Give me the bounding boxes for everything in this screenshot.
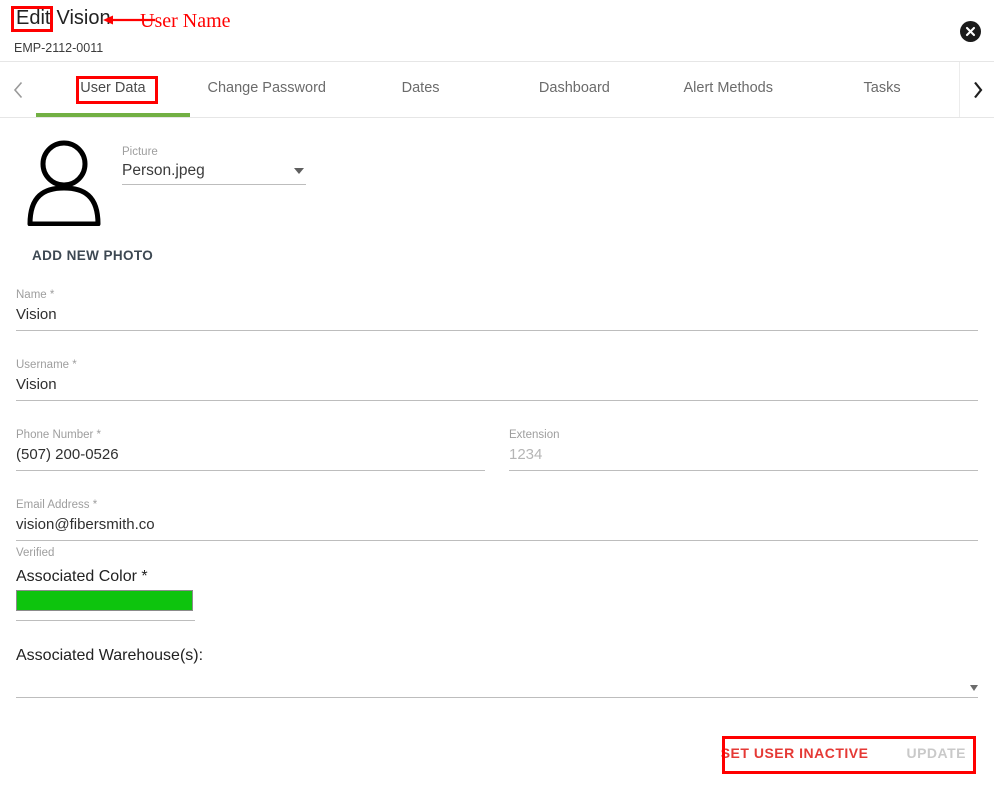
- associated-color-label: Associated Color *: [16, 568, 148, 585]
- chevron-right-icon[interactable]: [959, 62, 994, 117]
- color-swatch[interactable]: [16, 590, 193, 611]
- username-field[interactable]: Username * Vision: [16, 359, 978, 401]
- page-title-username: Vision: [56, 7, 111, 29]
- picture-select[interactable]: Picture Person.jpeg: [122, 146, 306, 185]
- person-avatar-icon: [24, 138, 104, 227]
- tab-change-password[interactable]: Change Password: [190, 62, 344, 117]
- set-user-inactive-button[interactable]: SET USER INACTIVE: [709, 736, 881, 770]
- tab-label: Dates: [401, 79, 440, 96]
- user-data-form: Picture Person.jpeg ADD NEW PHOTO Name *…: [0, 118, 994, 698]
- phone-label: Phone Number *: [16, 429, 102, 441]
- tab-tasks[interactable]: Tasks: [805, 62, 959, 117]
- dialog-header: Edit Vision EMP-2112-0011 User Name: [0, 0, 994, 62]
- tab-dashboard[interactable]: Dashboard: [497, 62, 651, 117]
- form-actions: SET USER INACTIVE UPDATE: [709, 736, 978, 770]
- picture-value-row[interactable]: Person.jpeg: [122, 162, 306, 185]
- name-input[interactable]: Vision: [16, 306, 978, 331]
- color-field-underline: [16, 620, 195, 621]
- username-input[interactable]: Vision: [16, 376, 978, 401]
- extension-input[interactable]: 1234: [509, 446, 978, 471]
- tab-label: Dashboard: [538, 79, 610, 96]
- email-field[interactable]: Email Address * vision@fibersmith.co: [16, 499, 978, 541]
- update-button[interactable]: UPDATE: [894, 736, 978, 770]
- tab-label: Alert Methods: [683, 79, 773, 96]
- annotation-label-user-name: User Name: [140, 10, 231, 32]
- picture-value: Person.jpeg: [122, 162, 205, 179]
- photo-section: Picture Person.jpeg: [16, 118, 978, 227]
- tab-label: Change Password: [207, 79, 326, 96]
- name-field[interactable]: Name * Vision: [16, 289, 978, 331]
- tab-alert-methods[interactable]: Alert Methods: [651, 62, 805, 117]
- tab-label: Tasks: [863, 79, 901, 96]
- email-label: Email Address *: [16, 499, 98, 511]
- phone-field[interactable]: Phone Number * (507) 200-0526: [16, 429, 485, 471]
- email-input[interactable]: vision@fibersmith.co: [16, 516, 978, 541]
- username-label: Username *: [16, 359, 77, 371]
- page-title: Edit Vision: [13, 6, 111, 31]
- tab-dates[interactable]: Dates: [344, 62, 498, 117]
- add-new-photo-button[interactable]: ADD NEW PHOTO: [32, 248, 153, 263]
- extension-field[interactable]: Extension 1234: [509, 429, 978, 471]
- name-label: Name *: [16, 289, 55, 301]
- chevron-down-icon[interactable]: [294, 168, 304, 174]
- email-verified-status: Verified: [16, 547, 55, 559]
- chevron-left-icon[interactable]: [0, 62, 36, 117]
- tab-label: User Data: [80, 79, 146, 96]
- page-title-prefix: Edit: [16, 7, 51, 29]
- close-icon[interactable]: [960, 21, 981, 42]
- extension-label: Extension: [509, 429, 560, 441]
- associated-warehouses-label: Associated Warehouse(s):: [16, 647, 204, 664]
- tab-bar: User Data Change Password Dates Dashboar…: [0, 62, 994, 118]
- annotation-arrow-icon: [103, 15, 155, 25]
- associated-color-field[interactable]: Associated Color *: [16, 568, 978, 621]
- associated-warehouses-select[interactable]: [16, 665, 978, 698]
- employee-id: EMP-2112-0011: [14, 41, 104, 55]
- tab-list: User Data Change Password Dates Dashboar…: [36, 62, 959, 117]
- tab-user-data[interactable]: User Data: [36, 62, 190, 117]
- associated-warehouses-field[interactable]: Associated Warehouse(s):: [16, 647, 978, 698]
- picture-label: Picture: [122, 146, 158, 158]
- phone-input[interactable]: (507) 200-0526: [16, 446, 485, 471]
- chevron-down-icon[interactable]: [970, 685, 978, 691]
- phone-extension-row: Phone Number * (507) 200-0526 Extension …: [16, 429, 978, 471]
